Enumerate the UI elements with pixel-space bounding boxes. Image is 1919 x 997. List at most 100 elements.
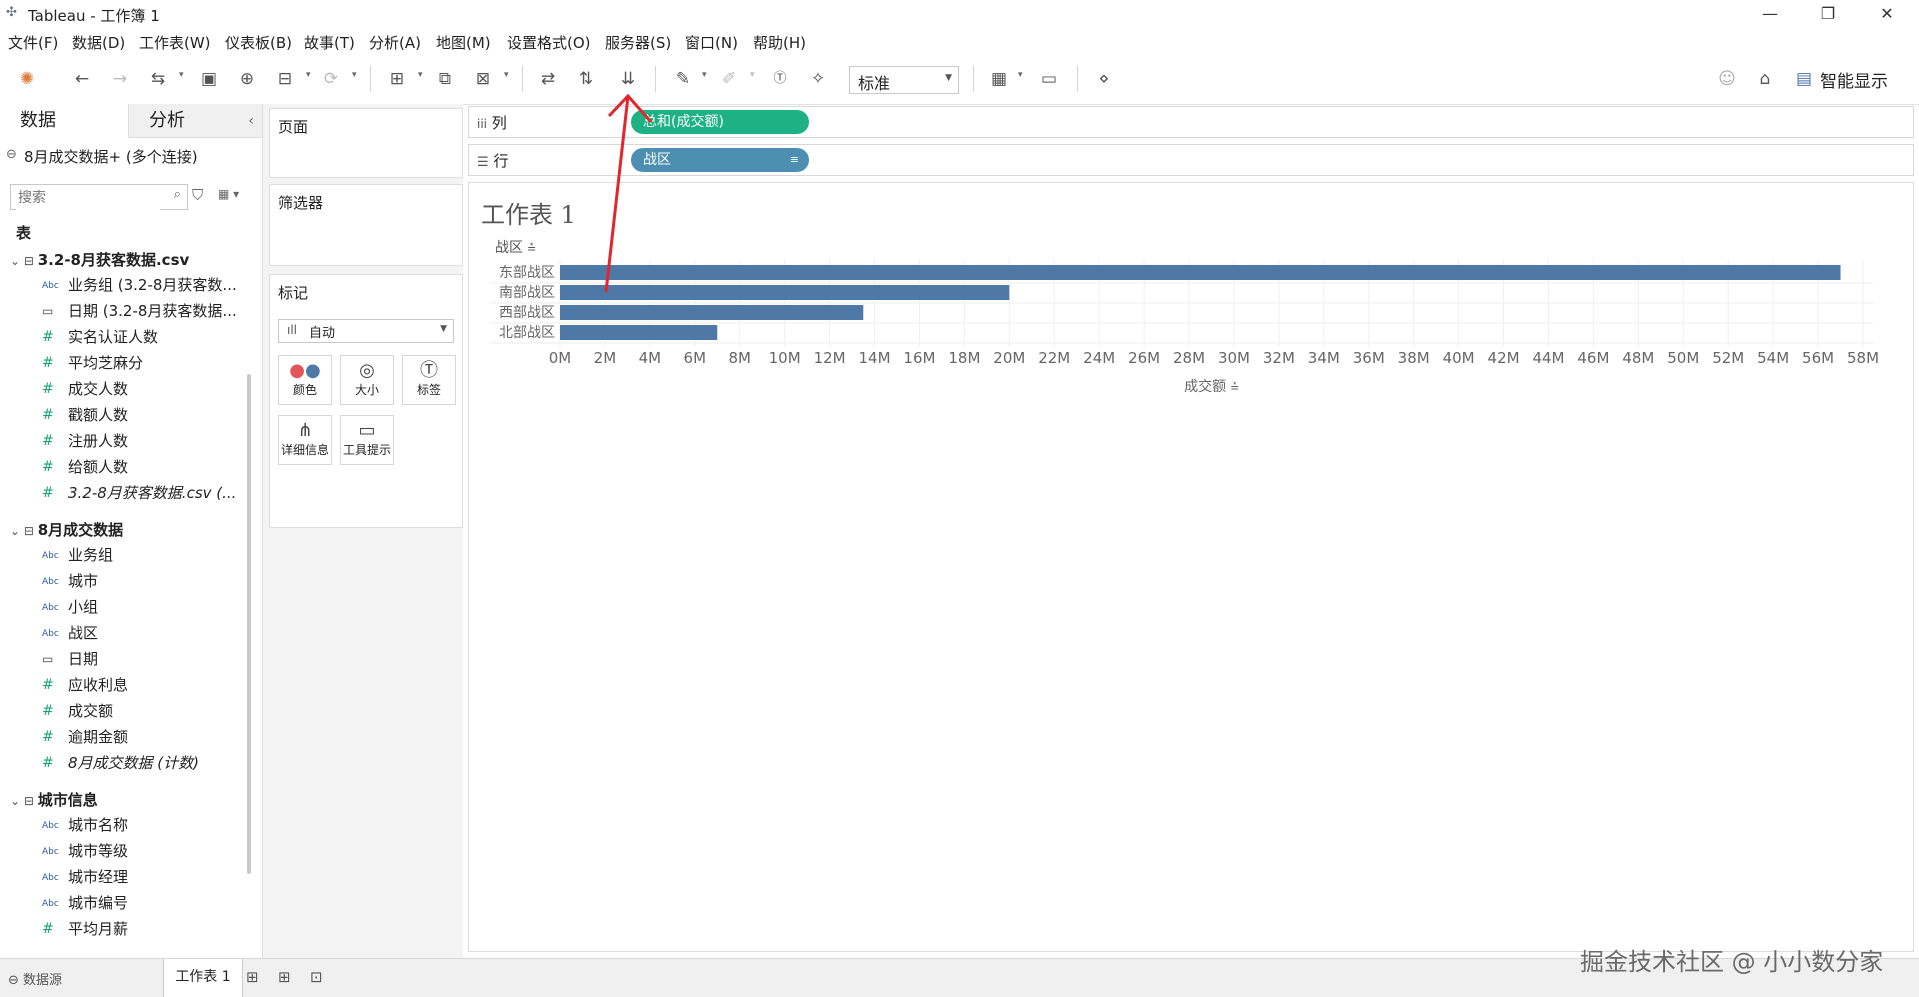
swap-axes-icon[interactable]: ⇄ xyxy=(537,68,559,90)
undo-icon[interactable]: ← xyxy=(71,68,93,90)
sheet-tab[interactable]: 工作表 1 xyxy=(163,959,243,997)
group-members-icon[interactable]: ✐ xyxy=(718,68,740,90)
smart-show-icon[interactable]: ▤ xyxy=(1793,68,1815,90)
field-item[interactable]: Abc 城市编号 xyxy=(0,891,240,915)
field-item[interactable]: Abc 战区 xyxy=(0,621,240,645)
filters-card[interactable]: 筛选器 xyxy=(269,184,463,266)
fit-select[interactable]: 标准 ▼ xyxy=(849,66,959,94)
field-item[interactable]: # 平均月薪 xyxy=(0,917,240,941)
highlight-icon[interactable]: ✎ xyxy=(672,68,694,90)
field-item[interactable]: Abc 城市等级 xyxy=(0,839,240,863)
scrollbar[interactable] xyxy=(247,374,251,874)
share-icon[interactable]: ⋄ xyxy=(1093,68,1115,90)
menu-analysis[interactable]: 分析(A) xyxy=(369,32,421,53)
show-cards-icon[interactable]: ▦ xyxy=(988,68,1010,90)
menu-format[interactable]: 设置格式(O) xyxy=(507,32,591,53)
search-box[interactable]: ⌕ xyxy=(10,184,188,210)
menu-worksheet[interactable]: 工作表(W) xyxy=(139,32,211,53)
size-button[interactable]: ◎ 大小 xyxy=(340,355,394,405)
restore-button[interactable]: ❐ xyxy=(1805,0,1851,28)
field-item[interactable]: Abc 城市 xyxy=(0,569,240,593)
sort-ascending-icon[interactable]: ⇅ xyxy=(575,68,597,90)
menu-data[interactable]: 数据(D) xyxy=(72,32,125,53)
field-item[interactable]: # 平均芝麻分 xyxy=(0,351,240,375)
field-item[interactable]: #8月成交数据 (计数) xyxy=(0,751,240,775)
field-item[interactable]: Abc 业务组 (3.2-8月获客数... xyxy=(0,273,240,297)
duplicate-icon[interactable]: ⧉ xyxy=(434,68,456,90)
tableau-logo-icon[interactable]: ✺ xyxy=(16,68,38,90)
field-item[interactable]: # 给额人数 xyxy=(0,455,240,479)
field-item[interactable]: # 应收利息 xyxy=(0,673,240,697)
field-item[interactable]: Abc 城市名称 xyxy=(0,813,240,837)
pause-updates-icon[interactable]: ⊟ xyxy=(274,68,296,90)
datasource-name[interactable]: 8月成交数据+ (多个连接) xyxy=(24,146,198,167)
menu-file[interactable]: 文件(F) xyxy=(8,32,58,53)
tab-data[interactable]: 数据 xyxy=(0,104,128,138)
menu-window[interactable]: 窗口(N) xyxy=(685,32,738,53)
sort-descending-icon[interactable]: ⇊ xyxy=(617,68,639,90)
columns-pill[interactable]: 总和(成交额) xyxy=(631,110,809,134)
chevron-down-icon[interactable]: ▾ xyxy=(179,70,184,80)
color-button[interactable]: ●● 颜色 xyxy=(278,355,332,405)
detail-button[interactable]: ⋔ 详细信息 xyxy=(278,415,332,465)
menu-story[interactable]: 故事(T) xyxy=(304,32,355,53)
redo-icon[interactable]: → xyxy=(109,68,131,90)
chevron-down-icon[interactable]: ▾ xyxy=(750,70,755,80)
chevron-down-icon[interactable]: ▾ xyxy=(702,70,707,80)
presentation-mode-icon[interactable]: ▭ xyxy=(1038,68,1060,90)
save-icon[interactable]: ▣ xyxy=(198,68,220,90)
field-item[interactable]: # 成交额 xyxy=(0,699,240,723)
collapse-icon[interactable]: ‹ xyxy=(248,104,254,138)
mark-type-select[interactable]: ıll 自动 ▼ xyxy=(278,319,454,343)
chevron-down-icon[interactable]: ▾ xyxy=(1018,70,1023,80)
swap-back-icon[interactable]: ⇆ xyxy=(147,68,169,90)
field-item[interactable]: Abc 业务组 xyxy=(0,543,240,567)
minimize-button[interactable]: — xyxy=(1747,0,1793,28)
new-worksheet-icon[interactable]: ⊞ xyxy=(246,968,259,986)
filter-icon[interactable]: ⛉ xyxy=(192,186,203,204)
search-input[interactable] xyxy=(16,186,160,210)
explain-icon[interactable]: ⌂ xyxy=(1754,68,1776,90)
refresh-icon[interactable]: ⟳ xyxy=(320,68,342,90)
field-item[interactable]: #3.2-8月获客数据.csv (... xyxy=(0,481,240,505)
tooltip-button[interactable]: ▭ 工具提示 xyxy=(340,415,394,465)
field-item[interactable]: # 逾期金额 xyxy=(0,725,240,749)
smart-show-button[interactable]: 智能显示 xyxy=(1820,67,1888,92)
field-item[interactable]: Abc 小组 xyxy=(0,595,240,619)
field-item[interactable]: # 实名认证人数 xyxy=(0,325,240,349)
menu-map[interactable]: 地图(M) xyxy=(436,32,491,53)
chevron-down-icon[interactable]: ▾ xyxy=(504,70,509,80)
field-item[interactable]: ▭ 日期 xyxy=(0,647,240,671)
field-item[interactable]: # 戳额人数 xyxy=(0,403,240,427)
table-group[interactable]: ⌄ ⊟ 城市信息 xyxy=(10,789,98,810)
menu-help[interactable]: 帮助(H) xyxy=(753,32,806,53)
field-item[interactable]: Abc 城市经理 xyxy=(0,865,240,889)
field-item[interactable]: # 成交人数 xyxy=(0,377,240,401)
label-button[interactable]: Ⓣ 标签 xyxy=(402,355,456,405)
columns-shelf[interactable]: iii 列 总和(成交额) xyxy=(468,106,1914,138)
pin-icon[interactable]: ✧ xyxy=(807,68,829,90)
rows-pill[interactable]: 战区 ≡ xyxy=(631,148,809,172)
new-dashboard-icon[interactable]: ⊞ xyxy=(278,968,291,986)
datasource-tab[interactable]: ⊖ 数据源 xyxy=(8,969,62,988)
new-datasource-icon[interactable]: ⊕ xyxy=(236,68,258,90)
field-item[interactable]: ▭ 日期 (3.2-8月获客数据... xyxy=(0,299,240,323)
field-item[interactable]: # 注册人数 xyxy=(0,429,240,453)
chevron-down-icon[interactable]: ▾ xyxy=(352,70,357,80)
view-options-icon[interactable]: ▦ ▾ xyxy=(218,187,239,201)
clear-sheet-icon[interactable]: ⊠ xyxy=(472,68,494,90)
chevron-down-icon[interactable]: ▾ xyxy=(306,70,311,80)
tab-analysis[interactable]: 分析 ‹ xyxy=(128,104,262,138)
ask-data-icon[interactable]: ☺ xyxy=(1716,68,1738,90)
new-worksheet-icon[interactable]: ⊞ xyxy=(386,68,408,90)
table-group[interactable]: ⌄ ⊟ 8月成交数据 xyxy=(10,519,123,540)
menu-server[interactable]: 服务器(S) xyxy=(605,32,671,53)
rows-shelf[interactable]: ☰ 行 战区 ≡ xyxy=(468,144,1914,176)
table-group[interactable]: ⌄ ⊟ 3.2-8月获客数据.csv xyxy=(10,249,189,270)
pages-card[interactable]: 页面 xyxy=(269,108,463,178)
close-button[interactable]: ✕ xyxy=(1864,0,1910,28)
chevron-down-icon[interactable]: ▾ xyxy=(418,70,423,80)
menu-dashboard[interactable]: 仪表板(B) xyxy=(225,32,292,53)
new-story-icon[interactable]: ⊡ xyxy=(310,968,323,986)
show-labels-icon[interactable]: Ⓣ xyxy=(769,68,791,90)
